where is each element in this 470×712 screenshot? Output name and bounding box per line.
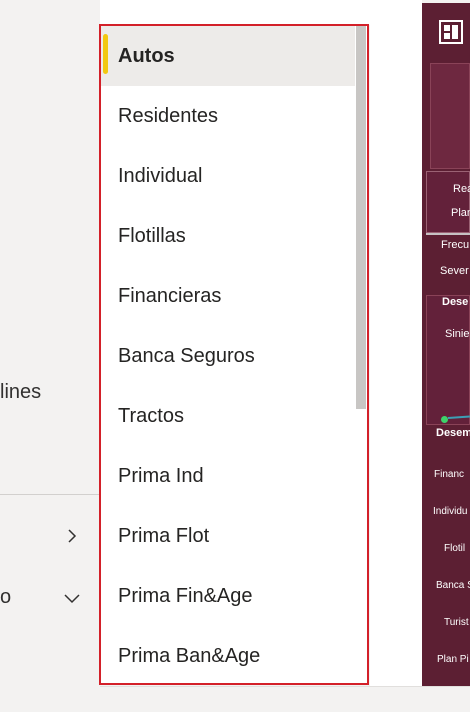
chevron-right-icon[interactable] (64, 528, 80, 544)
report-label: Individu (433, 506, 468, 517)
report-label: Banca S (436, 580, 470, 591)
left-pane-row-2-label: o (0, 586, 12, 608)
option-label: Prima Ind (118, 465, 204, 487)
option-label: Tractos (118, 405, 184, 427)
report-label: Sinie (445, 328, 470, 340)
report-logo-icon (439, 20, 463, 44)
report-label: Rea (453, 183, 470, 195)
dropdown-option-residentes[interactable]: Residentes (101, 86, 357, 146)
option-label: Individual (118, 165, 203, 187)
dropdown-option-banca-seguros[interactable]: Banca Seguros (101, 326, 357, 386)
selected-indicator (103, 34, 108, 74)
report-preview: Rea Plan Frecu Sever Dese Sinie Desem Fi… (422, 3, 470, 686)
left-pane: lines o (0, 0, 100, 711)
report-card (426, 171, 470, 233)
left-pane-row-2[interactable]: o (0, 578, 100, 618)
dropdown-scrollbar[interactable] (355, 26, 367, 683)
left-pane-divider (0, 494, 100, 495)
dropdown-option-prima-ban-age[interactable]: Prima Ban&Age (101, 626, 357, 683)
dropdown-option-autos[interactable]: Autos (101, 26, 357, 86)
dropdown-option-flotillas[interactable]: Flotillas (101, 206, 357, 266)
report-label: Sever (440, 265, 469, 277)
report-label: Turist (444, 617, 469, 628)
report-label: Plan (451, 207, 470, 219)
dropdown-option-tractos[interactable]: Tractos (101, 386, 357, 446)
option-label: Prima Ban&Age (118, 645, 261, 667)
report-label: Dese (442, 296, 469, 308)
bottom-strip (100, 686, 470, 712)
option-label: Residentes (118, 105, 219, 127)
dropdown-option-prima-fin-age[interactable]: Prima Fin&Age (101, 566, 357, 626)
report-card (430, 63, 470, 169)
report-label: Frecu (441, 239, 470, 251)
report-label: Plan Pi (437, 654, 469, 665)
dropdown-option-individual[interactable]: Individual (101, 146, 357, 206)
page-background (100, 0, 370, 25)
report-chart-card (426, 295, 470, 425)
option-label: Prima Fin&Age (118, 585, 253, 607)
canvas-margin (370, 0, 422, 686)
option-label: Autos (118, 45, 175, 67)
dropdown-option-prima-flot[interactable]: Prima Flot (101, 506, 357, 566)
scrollbar-thumb[interactable] (356, 26, 366, 409)
slicer-dropdown-list[interactable]: Autos Residentes Individual Flotillas Fi… (99, 24, 369, 685)
report-label: Desem (436, 427, 470, 439)
report-label: Flotil (444, 543, 466, 554)
dropdown-option-prima-ind[interactable]: Prima Ind (101, 446, 357, 506)
option-label: Banca Seguros (118, 345, 255, 367)
option-label: Prima Flot (118, 525, 210, 547)
option-label: Flotillas (118, 225, 186, 247)
dropdown-option-financieras[interactable]: Financieras (101, 266, 357, 326)
report-divider (426, 233, 470, 235)
report-label: Financ (434, 469, 465, 480)
left-pane-row-1[interactable] (0, 516, 100, 556)
option-label: Financieras (118, 285, 222, 307)
chevron-down-icon[interactable] (64, 590, 80, 606)
left-pane-text: lines (0, 381, 42, 403)
